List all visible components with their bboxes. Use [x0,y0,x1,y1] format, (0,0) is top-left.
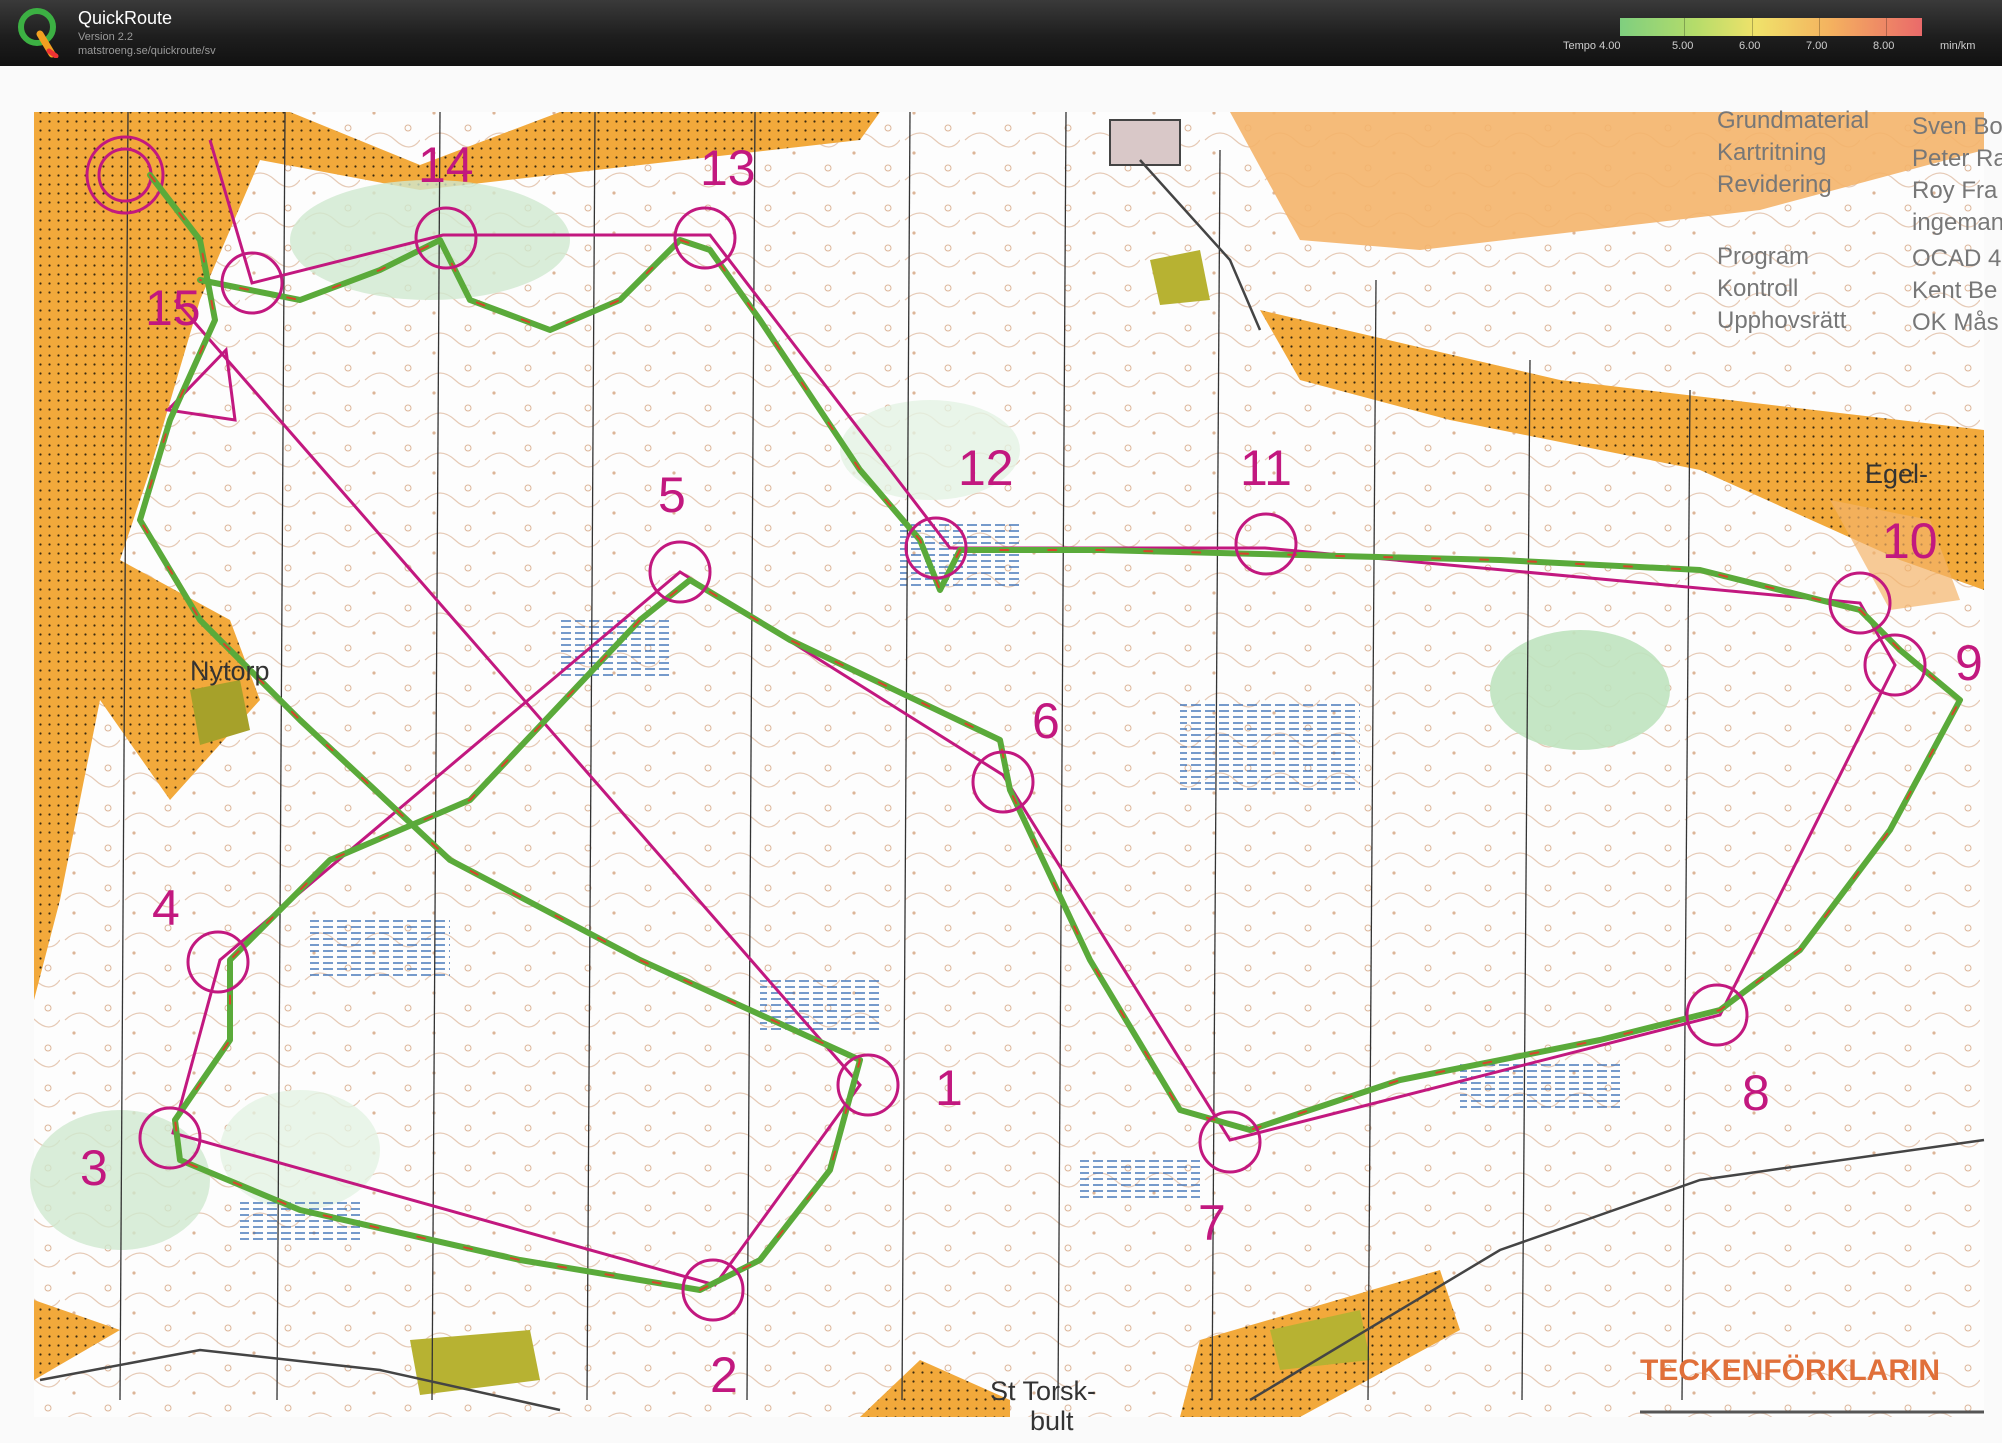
control-number: 12 [958,440,1014,496]
tempo-tick [1886,18,1887,36]
map-viewport[interactable]: 1 2 3 4 5 6 7 8 9 10 11 12 13 14 15 Nyto… [0,66,2002,1443]
control-number: 5 [658,467,686,523]
credit-value: Kent Be [1912,277,1997,304]
control-number: 6 [1032,693,1060,749]
tempo-label: Tempo 4.00 [1563,40,1621,52]
credit-value: Roy Fra [1912,177,1998,204]
quickroute-logo [18,8,59,58]
credit-value: OK Mås [1912,309,1999,336]
tempo-tick [1684,18,1685,36]
control-number: 8 [1742,1065,1770,1121]
control-number: 13 [700,140,756,196]
credit-label: Kontroll [1717,275,1798,302]
place-name: Egel- [1865,459,1928,489]
app-header: QuickRoute Version 2.2 matstroeng.se/qui… [0,0,2002,66]
control-number: 3 [80,1140,108,1196]
control-number: 10 [1882,513,1938,569]
credit-label: Revidering [1717,171,1832,198]
tempo-tick [1752,18,1753,36]
place-name: St Torsk- [990,1376,1096,1406]
place-name: bult [1030,1406,1074,1436]
control-number: 14 [418,137,474,193]
control-number: 1 [935,1060,963,1116]
credit-label: Grundmaterial [1717,107,1869,134]
control-number: 4 [152,880,180,936]
credit-value: Peter Ra [1912,145,2002,172]
place-name: Nytorp [190,656,270,686]
credit-value: ingeman [1912,209,2002,236]
control-number: 7 [1198,1195,1226,1251]
tempo-color-scale [1620,18,1922,36]
control-number: 2 [710,1347,738,1403]
app-version: Version 2.2 [78,31,134,43]
tempo-tick-label: 8.00 [1873,40,1895,52]
control-number: 9 [1955,635,1983,691]
app-title: QuickRoute [78,8,173,28]
legend-title: TECKENFÖRKLARIN [1640,1354,1940,1387]
credit-label: Kartritning [1717,139,1826,166]
tempo-unit: min/km [1940,40,1976,52]
credit-value: OCAD 4 [1912,245,2001,272]
credit-label: Program [1717,243,1809,270]
tempo-tick [1819,18,1820,36]
credit-value: Sven Bo [1912,113,2002,140]
orienteering-map[interactable]: 1 2 3 4 5 6 7 8 9 10 11 12 13 14 15 Nyto… [0,66,2002,1443]
tempo-tick-label: 7.00 [1806,40,1828,52]
app-url[interactable]: matstroeng.se/quickroute/sv [78,45,216,57]
tempo-tick-label: 6.00 [1739,40,1761,52]
control-number: 15 [145,280,201,336]
tempo-tick-label: 5.00 [1672,40,1694,52]
credit-label: Upphovsrätt [1717,307,1847,334]
control-number: 11 [1240,440,1292,496]
